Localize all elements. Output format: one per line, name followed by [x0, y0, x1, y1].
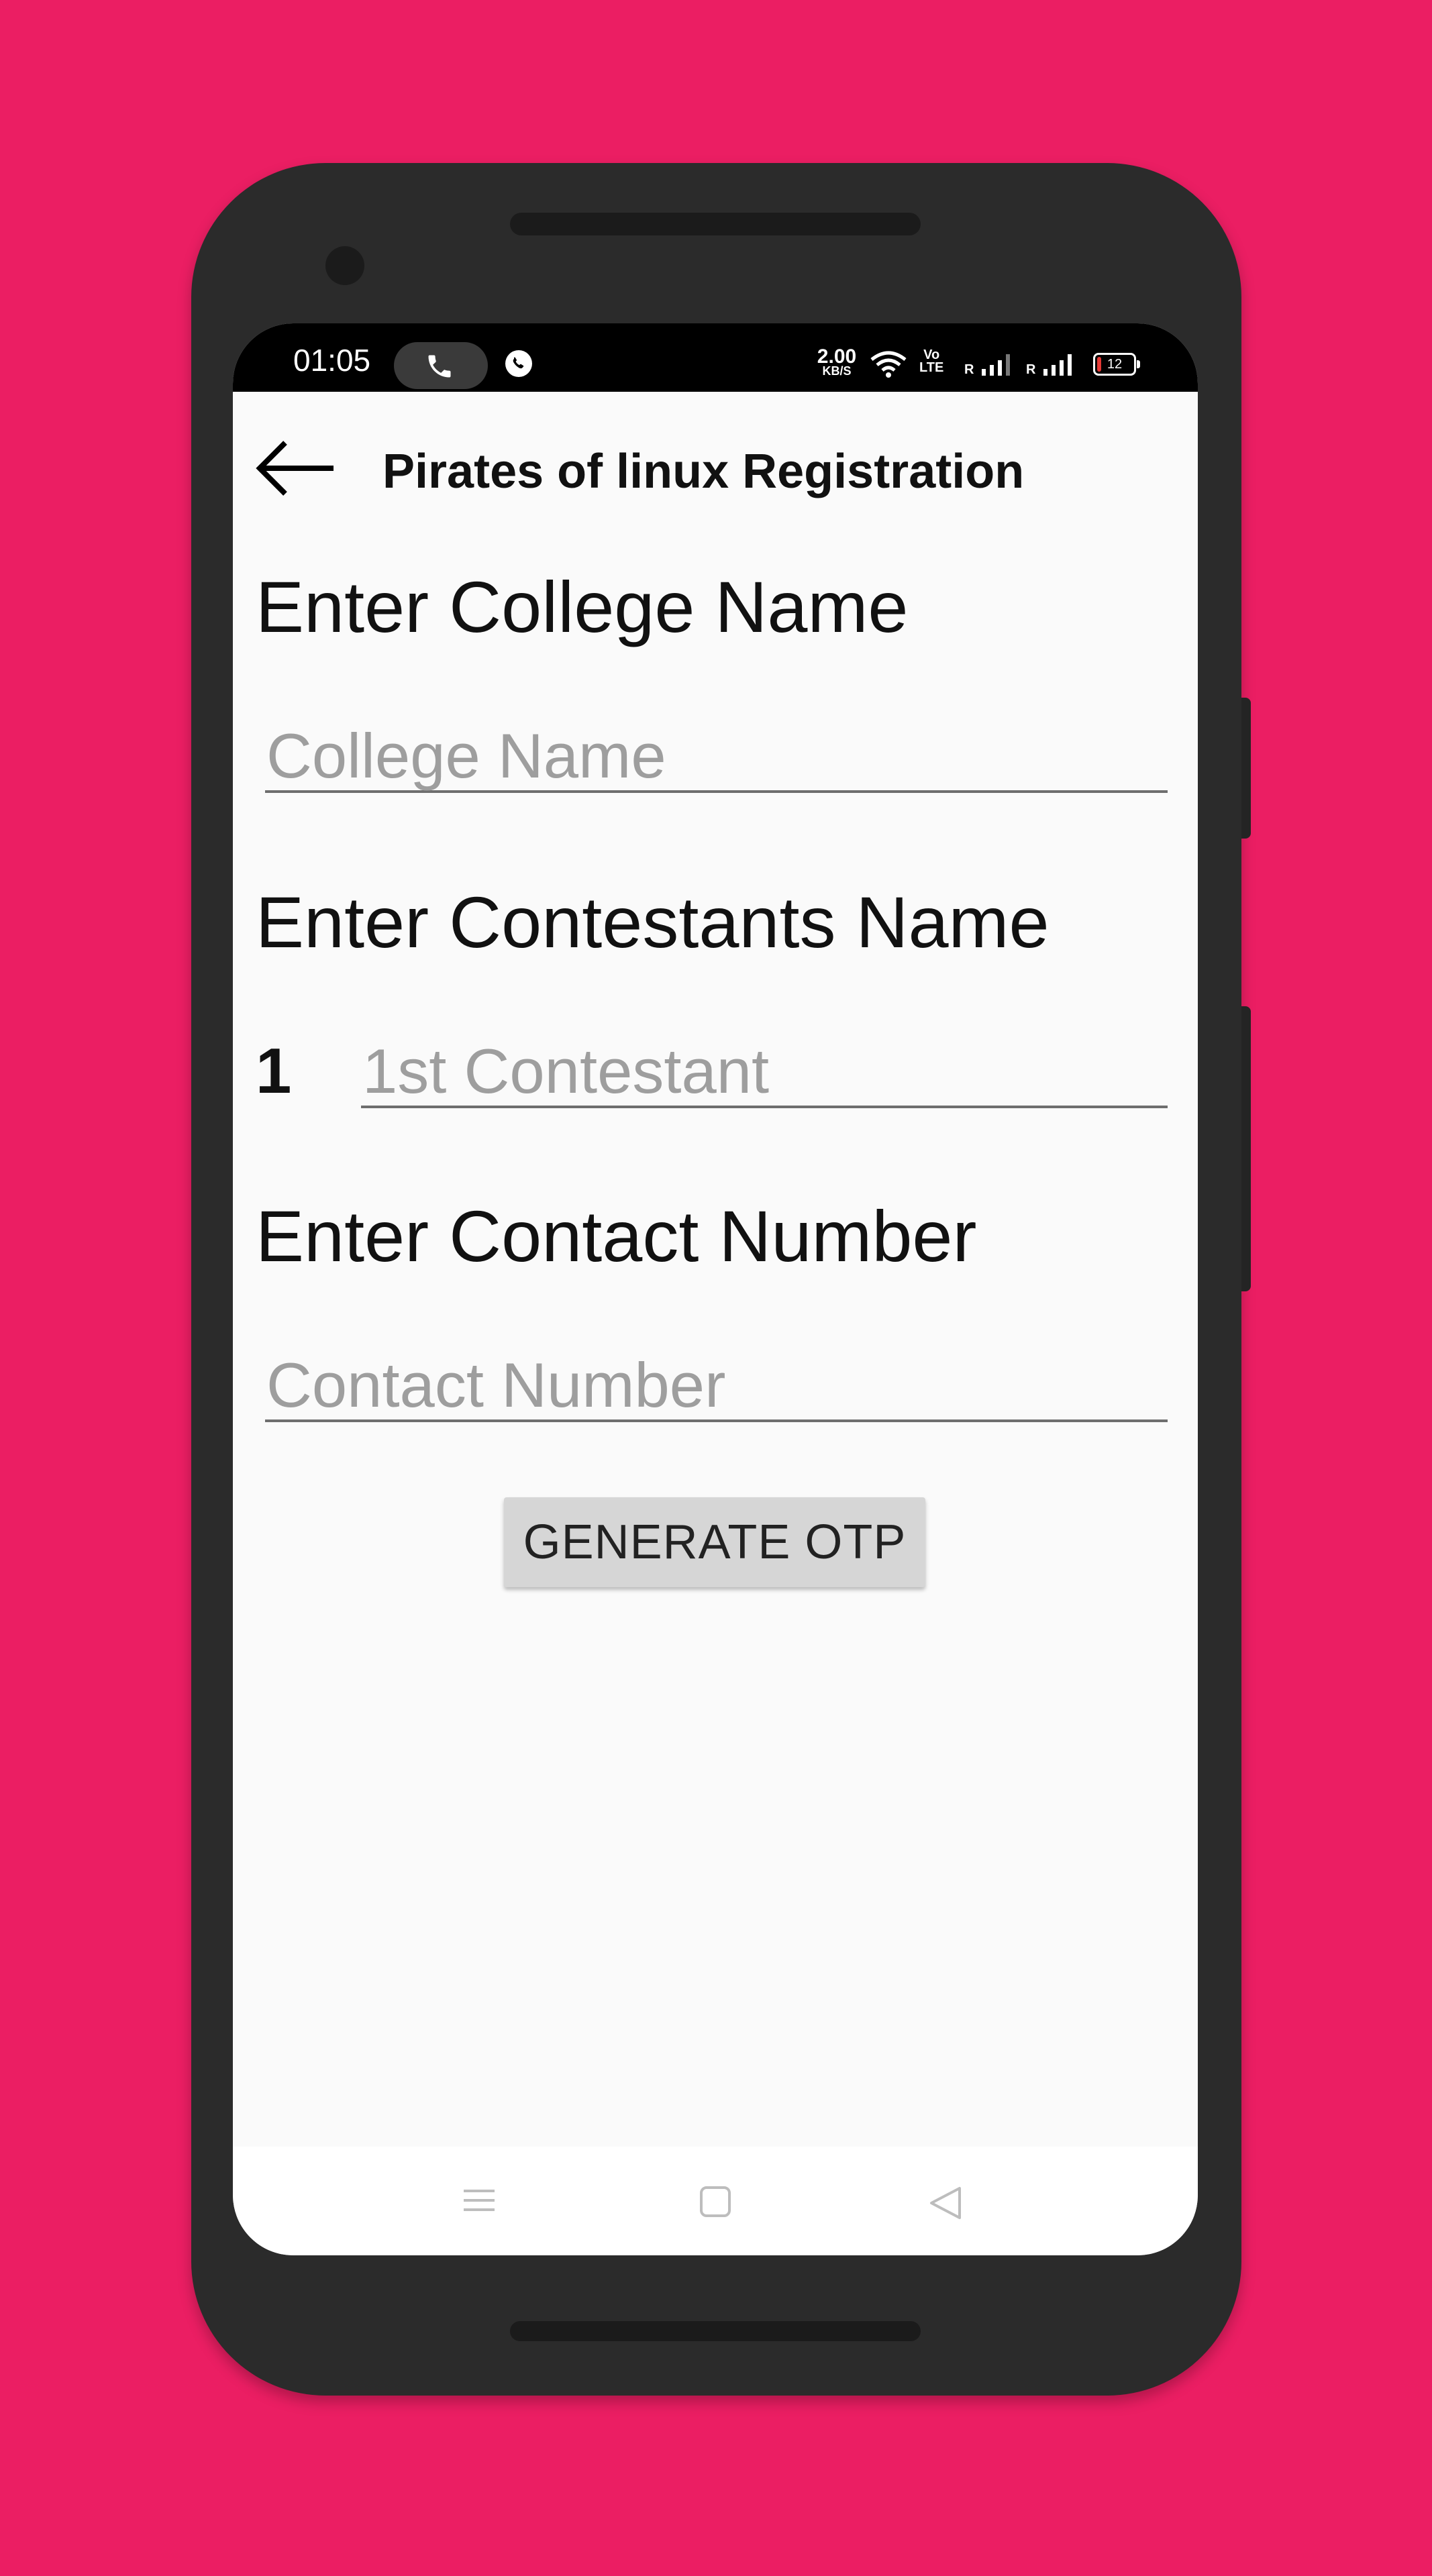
back-triangle-icon[interactable]: [927, 2184, 965, 2222]
volte-indicator: Vo LTE: [919, 348, 944, 375]
contestant-1-input[interactable]: 1st Contestant: [361, 1034, 1168, 1108]
volte-line2: LTE: [919, 360, 944, 375]
battery-level-fill: [1097, 357, 1101, 372]
volume-button: [1241, 698, 1251, 839]
menu-icon[interactable]: [461, 2184, 497, 2216]
earpiece-speaker: [510, 213, 921, 235]
status-time: 01:05: [293, 343, 371, 378]
signal-bars-icon: [982, 354, 1010, 376]
front-camera: [325, 246, 364, 285]
battery-indicator: 12: [1093, 353, 1140, 376]
contact-number-heading: Enter Contact Number: [256, 1195, 977, 1277]
battery-level: 12: [1107, 357, 1123, 372]
wifi-icon: [870, 351, 907, 378]
phone-icon: [428, 355, 451, 378]
bottom-speaker: [510, 2321, 921, 2341]
contestants-name-heading: Enter Contestants Name: [256, 881, 1050, 963]
page-title: Pirates of linux Registration: [382, 445, 1025, 498]
network-speed-value: 2.00: [817, 345, 857, 368]
phone-screen: 01:05 2.00 KB/S Vo LTE R R 12 Pirates of…: [233, 323, 1198, 2255]
signal-bars-icon: [1043, 354, 1072, 376]
home-square-icon[interactable]: [698, 2184, 733, 2219]
status-bar: 01:05 2.00 KB/S Vo LTE R R 12: [233, 323, 1198, 392]
contact-number-input[interactable]: Contact Number: [265, 1348, 1168, 1422]
college-name-heading: Enter College Name: [256, 566, 909, 647]
ongoing-call-pill[interactable]: [394, 342, 488, 389]
arrow-left-icon[interactable]: [253, 436, 340, 500]
contestant-index: 1: [256, 1035, 292, 1107]
power-button: [1241, 1006, 1251, 1291]
system-navigation-bar: [233, 2147, 1198, 2255]
whatsapp-icon: [505, 350, 532, 377]
network-speed: 2.00 KB/S: [810, 345, 864, 378]
college-name-input[interactable]: College Name: [265, 719, 1168, 793]
generate-otp-button[interactable]: GENERATE OTP: [504, 1497, 925, 1587]
